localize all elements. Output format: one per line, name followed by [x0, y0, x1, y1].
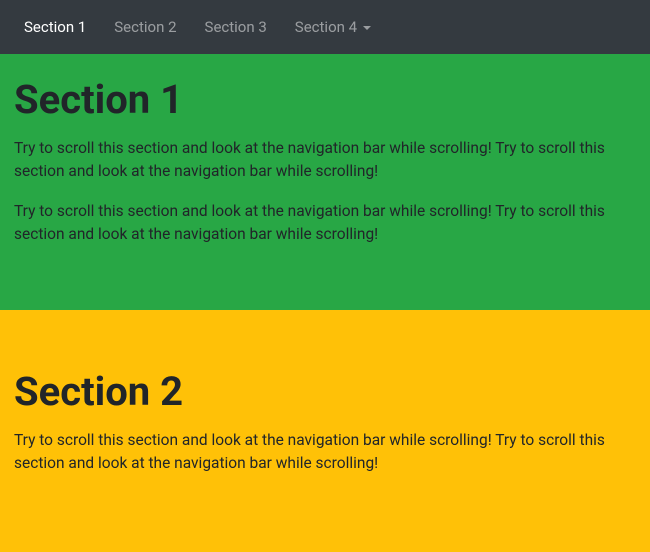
nav-section-4-dropdown[interactable]: Section 4: [281, 10, 385, 44]
nav-section-2[interactable]: Section 2: [100, 10, 190, 44]
nav-section-1[interactable]: Section 1: [10, 10, 100, 44]
section-text: Try to scroll this section and look at t…: [14, 429, 636, 476]
nav-label: Section 1: [24, 18, 86, 36]
section-1: Section 1 Try to scroll this section and…: [0, 54, 650, 310]
nav-section-3[interactable]: Section 3: [191, 10, 281, 44]
nav-label: Section 3: [205, 18, 267, 36]
section-heading: Section 1: [14, 76, 636, 123]
section-text: Try to scroll this section and look at t…: [14, 200, 636, 247]
section-2: Section 2 Try to scroll this section and…: [0, 310, 650, 552]
nav-label: Section 4: [295, 18, 357, 36]
section-text: Try to scroll this section and look at t…: [14, 137, 636, 184]
section-heading: Section 2: [14, 368, 636, 415]
navbar: Section 1 Section 2 Section 3 Section 4: [0, 0, 650, 54]
nav-label: Section 2: [114, 18, 176, 36]
chevron-down-icon: [363, 26, 371, 30]
